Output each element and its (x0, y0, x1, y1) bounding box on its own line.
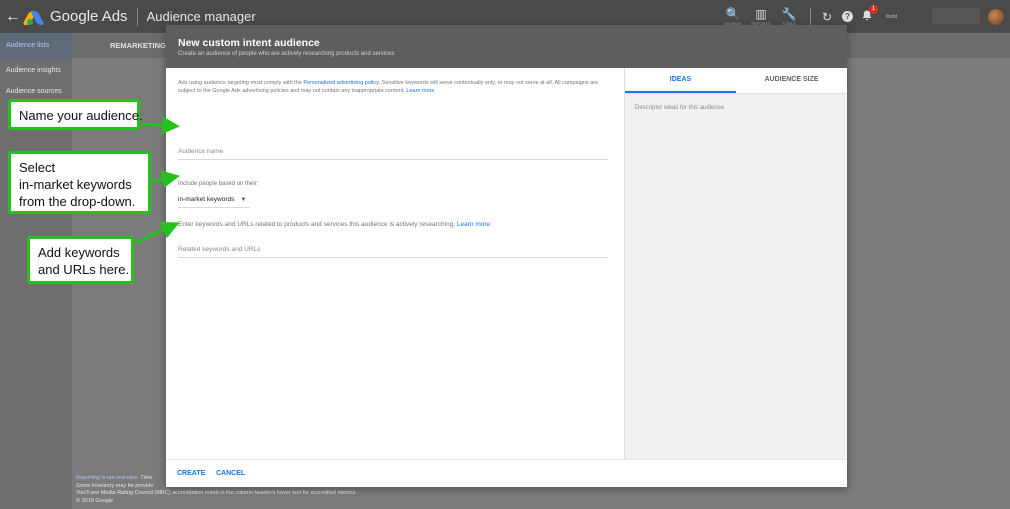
ideas-placeholder-text: Descriptor ideas for this audience (635, 105, 725, 111)
avatar[interactable] (988, 8, 1004, 25)
brand-name[interactable]: Google Ads (50, 8, 128, 25)
reporting-link[interactable]: Reporting is not real-time. (76, 475, 139, 481)
related-keywords-input[interactable]: Related keywords and URLs (178, 246, 608, 258)
tab-ideas[interactable]: IDEAS (625, 68, 736, 93)
dialog-footer: CREATE CANCEL (166, 459, 847, 487)
notifications-bell-icon[interactable]: 1 (858, 4, 878, 24)
sidebar-item-audience-insights[interactable]: Audience insights (0, 59, 72, 80)
dropdown-caret-icon: ▼ (240, 197, 247, 203)
callout-select-keywords: Select in-market keywords from the drop-… (8, 151, 151, 214)
reports-icon: ▥ (755, 7, 767, 21)
search-icon: 🔍 (725, 7, 741, 21)
callout-name-audience: Name your audience. (8, 99, 143, 130)
include-type-dropdown[interactable]: in-market keywords ▼ (178, 196, 250, 208)
notification-count-badge: 1 (869, 4, 878, 14)
tab-remarketing[interactable]: REMARKETING (110, 41, 166, 50)
sidebar-item-audience-lists[interactable]: Audience lists (0, 33, 72, 59)
tools-button[interactable]: 🔧 TOOLS (776, 7, 802, 26)
policy-learn-more-link[interactable]: Learn more (406, 88, 434, 94)
page-title: Audience manager (146, 9, 256, 24)
account-redacted (932, 8, 980, 24)
dialog-title: New custom intent audience (178, 37, 320, 49)
policy-notice: Ads using audience targeting must comply… (178, 80, 599, 94)
panel-tab-bar: IDEAS AUDIENCE SIZE (625, 68, 847, 94)
personalized-advertising-policy-link[interactable]: Personalized advertising policy (303, 80, 378, 86)
back-arrow-icon[interactable]: ← (2, 8, 24, 26)
sidebar-item-audience-sources[interactable]: Audience sources (0, 80, 72, 101)
custom-intent-dialog: New custom intent audience Create an aud… (166, 25, 847, 487)
include-label: Include people based on their: (178, 181, 259, 187)
divider (810, 7, 811, 26)
cancel-button[interactable]: CANCEL (216, 470, 245, 477)
google-ads-logo (22, 9, 45, 25)
search-tool-button[interactable]: 🔍 SEARCH (720, 7, 746, 26)
audience-name-input[interactable]: Audience name (178, 148, 608, 160)
dialog-form: Ads using audience targeting must comply… (166, 68, 624, 459)
copyright: © 2019 Google (76, 497, 114, 504)
reports-tool-button[interactable]: ▥ REPORTS (748, 7, 774, 26)
create-button[interactable]: CREATE (177, 470, 205, 477)
dialog-subtitle: Create an audience of people who are act… (178, 51, 395, 57)
refresh-icon[interactable]: ↻ (817, 10, 837, 24)
divider (136, 7, 138, 26)
keywords-helper-text: Enter keywords and URLs related to produ… (178, 221, 491, 228)
dialog-header: New custom intent audience Create an aud… (166, 25, 847, 68)
ideas-panel: IDEAS AUDIENCE SIZE Descriptor ideas for… (624, 68, 847, 459)
tab-audience-size[interactable]: AUDIENCE SIZE (736, 68, 847, 93)
wrench-icon: 🔧 (781, 7, 797, 21)
dropdown-value: in-market keywords (178, 196, 235, 203)
callout-add-keywords: Add keywords and URLs here. (27, 236, 134, 284)
help-icon[interactable]: ? (842, 11, 853, 22)
helper-learn-more-link[interactable]: Learn more (457, 221, 490, 228)
